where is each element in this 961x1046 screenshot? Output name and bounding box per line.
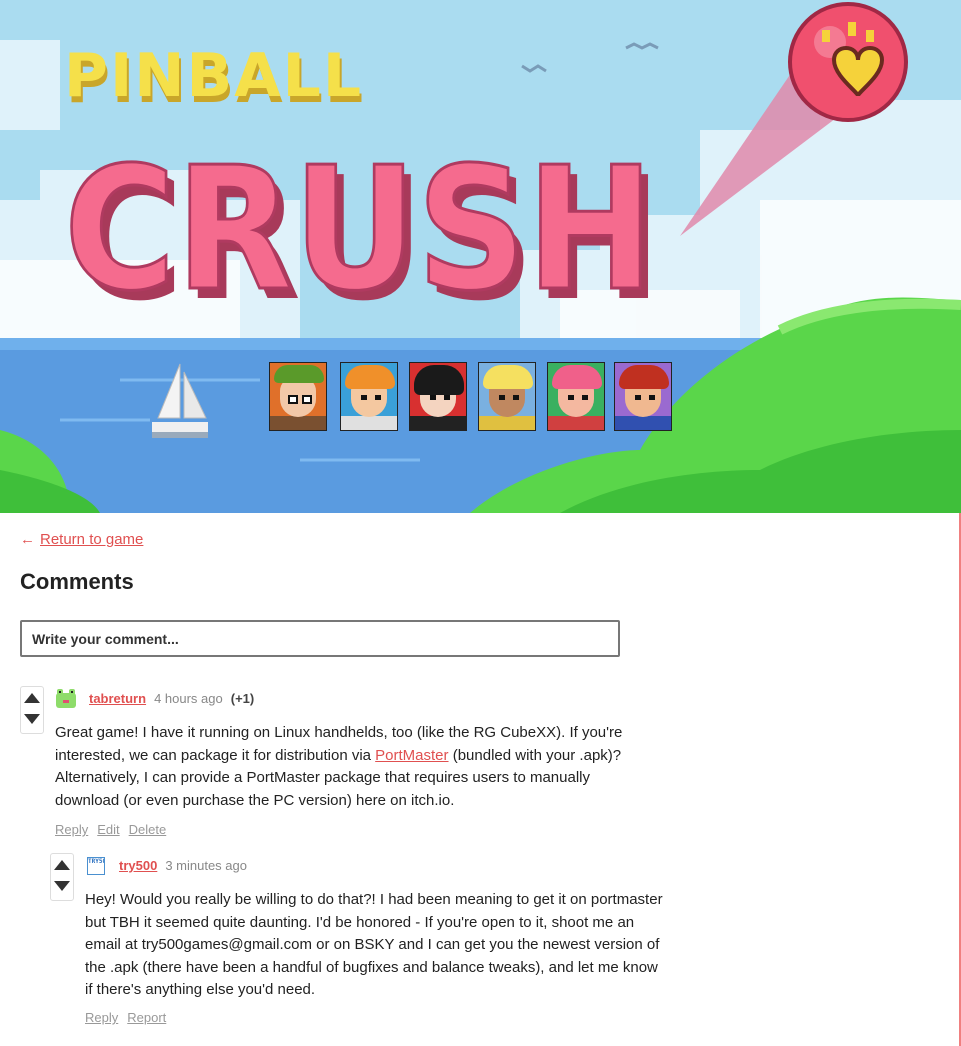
logo-pinball-text: PINBALL: [64, 41, 363, 111]
comment-meta: tabreturn 4 hours ago (+1): [89, 691, 254, 706]
character-portrait-6: [614, 362, 672, 431]
comment-time: 4 hours ago: [154, 691, 223, 706]
vote-widget: [20, 686, 44, 734]
delete-link[interactable]: Delete: [129, 822, 167, 837]
downvote-arrow-icon[interactable]: [54, 881, 70, 891]
comment-body: Hey! Would you really be willing to do t…: [85, 891, 663, 998]
return-to-game-link[interactable]: ← Return to game: [20, 531, 143, 548]
comments-heading: Comments: [20, 569, 134, 594]
character-portrait-1: [269, 362, 327, 431]
vote-widget: [50, 853, 74, 901]
left-arrow-icon: ←: [20, 531, 35, 548]
banner-artwork: PINBALL PINBALL CRUSH CRUSH: [0, 0, 961, 513]
comment-meta: try500 3 minutes ago: [119, 858, 247, 873]
reply-link[interactable]: Reply: [55, 822, 88, 837]
character-portrait-2: [340, 362, 398, 431]
return-to-game-label: Return to game: [40, 531, 144, 548]
comment-username[interactable]: tabreturn: [89, 691, 146, 706]
logo-crush-text: CRUSH: [64, 131, 654, 329]
frog-avatar-icon: [56, 689, 76, 708]
character-portrait-3: [409, 362, 467, 431]
heart-ball-icon: [788, 2, 908, 122]
comment-time: 3 minutes ago: [165, 858, 247, 873]
comment-body: Great game! I have it running on Linux h…: [55, 724, 623, 809]
report-link[interactable]: Report: [127, 1010, 166, 1025]
reply-link[interactable]: Reply: [85, 1010, 118, 1025]
comment-actions: Reply Report: [85, 1010, 175, 1025]
downvote-arrow-icon[interactable]: [24, 714, 40, 724]
game-banner: PINBALL PINBALL CRUSH CRUSH: [0, 0, 961, 513]
character-portrait-4: [478, 362, 536, 431]
portmaster-link[interactable]: PortMaster: [375, 747, 448, 764]
comment-username[interactable]: try500: [119, 858, 157, 873]
edit-link[interactable]: Edit: [97, 822, 119, 837]
try500-logo-avatar-icon: TRY500: [87, 857, 105, 875]
upvote-arrow-icon[interactable]: [54, 860, 70, 870]
write-comment-input[interactable]: [20, 620, 620, 657]
character-portrait-5: [547, 362, 605, 431]
comment-actions: Reply Edit Delete: [55, 822, 175, 837]
comment-score: (+1): [230, 691, 255, 706]
upvote-arrow-icon[interactable]: [24, 693, 40, 703]
